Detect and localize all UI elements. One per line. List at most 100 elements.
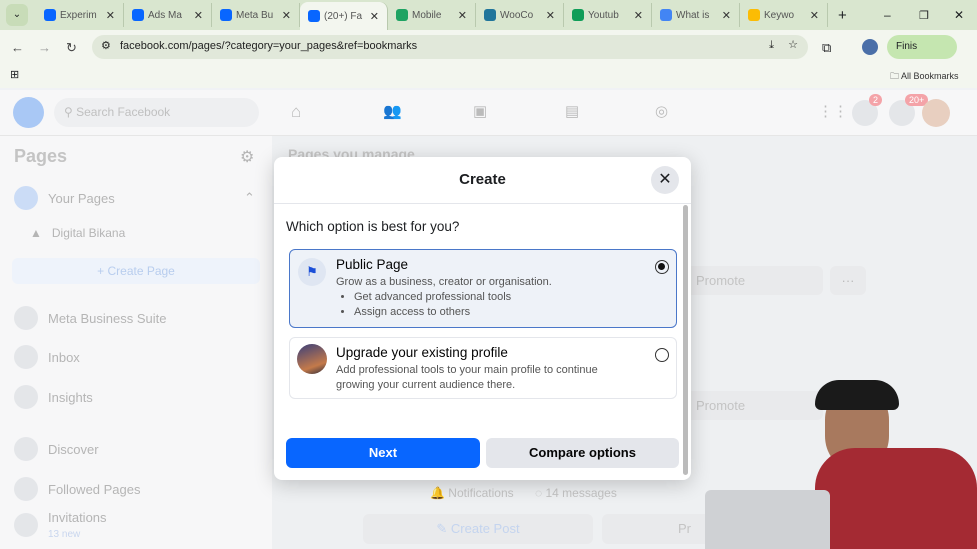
sidebar-item-inbox[interactable]: Inbox [14,345,80,369]
menu-grid-icon[interactable]: ⋮⋮ [818,102,848,120]
radio-unselected[interactable] [655,348,669,362]
browser-tab[interactable]: Experim ✕ [36,3,124,27]
tab-close-icon[interactable]: ✕ [458,9,467,22]
pages-sidebar: Pages ⚙ Your Pages ⌃ ▲ Digital Bikana + Cr… [0,136,272,549]
sidebar-item-invitations[interactable]: Invitations 13 new [14,510,107,540]
tab-favicon-icon [484,9,496,21]
promote-post-button[interactable]: Pr [602,514,722,544]
marketplace-icon[interactable]: ▤ [565,102,579,120]
notifications-link[interactable]: 🔔 Notifications [430,486,514,500]
sidebar-page-digital-bikana[interactable]: ▲ Digital Bikana [30,226,125,240]
reload-icon[interactable]: ↻ [66,40,77,56]
extensions-icon[interactable]: ⧉ [822,40,831,56]
sidebar-item-your-pages[interactable]: Your Pages ⌃ [14,186,255,210]
back-icon[interactable]: ← [11,40,24,55]
dialog-title: Create [274,157,691,204]
sidebar-item-insights[interactable]: Insights [14,385,93,409]
promote-button[interactable]: Promote [685,266,823,295]
friends-icon[interactable]: 👥 [383,102,402,120]
close-window-button[interactable]: ✕ [954,8,964,22]
url-text: facebook.com/pages/?category=your_pages&… [120,40,418,52]
sidebar-item-discover[interactable]: Discover [14,437,99,461]
home-icon[interactable]: ⌂ [291,102,301,122]
meta-business-suite-icon [14,306,38,330]
tab-close-icon[interactable]: ✕ [282,9,291,22]
close-dialog-button[interactable]: ✕ [651,166,679,194]
url-bar[interactable]: ⚙ facebook.com/pages/?category=your_pages… [92,35,808,59]
chevron-up-icon[interactable]: ⌃ [244,190,255,206]
option-upgrade-profile[interactable]: Upgrade your existing profile Add profes… [289,337,677,399]
new-tab-button[interactable]: + [838,7,847,24]
tab-close-icon[interactable]: ✕ [370,10,379,23]
tab-favicon-icon [220,9,232,21]
tab-close-icon[interactable]: ✕ [634,9,643,22]
messages-link[interactable]: ◌ 14 messages [535,486,617,500]
all-bookmarks[interactable]: 🗀 All Bookmarks [890,69,959,85]
browser-tab[interactable]: Youtub ✕ [564,3,652,27]
label: Pr [678,521,691,536]
browser-tab[interactable]: Mobile ✕ [388,3,476,27]
tab-title: What is [676,9,710,21]
browser-tab[interactable]: Meta Bu ✕ [212,3,300,27]
create-post-button[interactable]: ✎ Create Post [363,514,593,544]
presenter-shirt [815,448,977,549]
sidebar-item-meta-business-suite[interactable]: Meta Business Suite [14,306,167,330]
label: Discover [48,441,99,457]
label: 14 messages [545,486,617,500]
label: Meta Business Suite [48,310,167,326]
apps-icon[interactable]: ⊞ [10,68,19,81]
option-title: Public Page [336,257,409,272]
tab-close-icon[interactable]: ✕ [106,9,115,22]
browser-tab[interactable]: (20+) Fa ✕ [300,2,388,30]
video-icon[interactable]: ▣ [473,102,487,120]
tab-close-icon[interactable]: ✕ [810,9,819,22]
forward-icon[interactable]: → [38,40,51,55]
restore-button[interactable]: ❐ [919,9,929,22]
browser-tab[interactable]: What is ✕ [652,3,740,27]
option-bullet: Assign access to others [354,305,676,320]
flag-icon [14,186,38,210]
tab-search-button[interactable]: ⌄ [6,4,28,26]
browser-tab[interactable]: WooCo ✕ [476,3,564,27]
tab-close-icon[interactable]: ✕ [722,9,731,22]
invitations-icon [14,513,38,537]
browser-tab[interactable]: Keywo ✕ [740,3,828,27]
option-bullet: Get advanced professional tools [354,290,676,305]
next-button[interactable]: Next [286,438,480,468]
discover-icon [14,437,38,461]
label: Insights [48,389,93,405]
sidebar-item-followed-pages[interactable]: Followed Pages [14,477,141,501]
profile-button[interactable]: Finis [887,35,957,59]
tab-bar: ⌄ Experim ✕ Ads Ma ✕ Meta Bu ✕ (20+) Fa ✕ Mobile… [0,0,977,30]
tab-title: Keywo [764,9,795,21]
tab-close-icon[interactable]: ✕ [546,9,555,22]
bookmark-star-icon[interactable]: ☆ [788,38,798,51]
create-page-button[interactable]: + Create Page [12,258,260,284]
tab-title: Youtub [588,9,619,21]
tab-title: Mobile [412,9,442,21]
browser-tab[interactable]: Ads Ma ✕ [124,3,212,27]
option-public-page[interactable]: ⚑ Public Page Grow as a business, creato… [289,249,677,328]
account-avatar[interactable] [922,99,950,127]
profile-photo [297,344,327,374]
more-button[interactable]: ··· [830,266,866,295]
profile-avatar[interactable] [862,39,878,55]
minimize-button[interactable]: – [884,8,891,22]
site-info-icon[interactable]: ⚙ [101,39,111,52]
tab-title: Ads Ma [148,9,182,21]
tab-favicon-icon [396,9,408,21]
dialog-scrollbar[interactable] [683,205,688,475]
label: Notifications [448,486,514,500]
tab-close-icon[interactable]: ✕ [194,9,203,22]
presenter-hair [815,380,899,410]
settings-gear-icon[interactable]: ⚙ [240,147,254,167]
search-input[interactable]: ⚲ Search Facebook [54,98,259,127]
facebook-logo-icon[interactable] [13,97,44,128]
radio-selected[interactable] [655,260,669,274]
compare-options-button[interactable]: Compare options [486,438,679,468]
search-placeholder: Search Facebook [76,105,171,119]
groups-icon[interactable]: ◎ [655,102,668,120]
tab-title: Experim [60,9,97,21]
label: Invitations [48,510,107,525]
install-icon[interactable]: ⤓ [769,39,774,52]
